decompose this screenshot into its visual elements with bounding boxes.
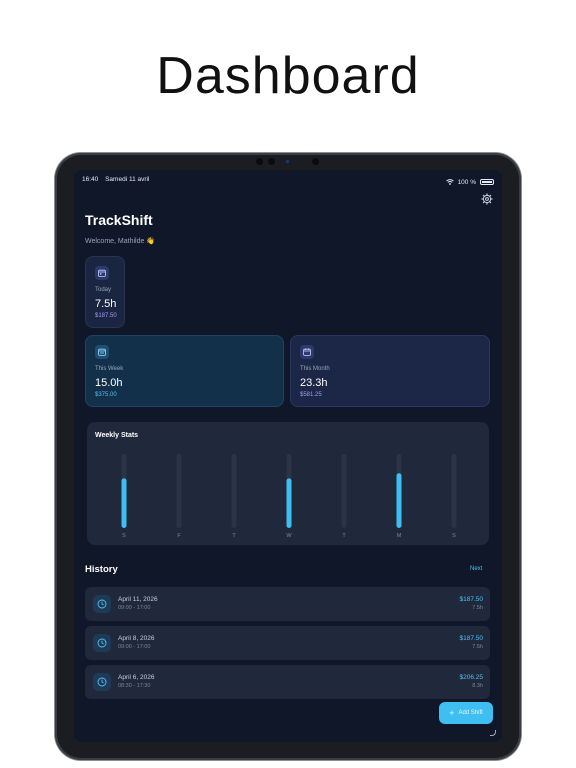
weekly-stats-chart: SFTWTMS <box>121 454 457 539</box>
clock-icon <box>93 595 111 613</box>
sensor-dot <box>256 158 263 165</box>
card-hours: 15.0h <box>95 377 123 389</box>
plus-icon: + <box>449 707 455 718</box>
shift-amount: $187.50 <box>459 635 484 642</box>
today-card[interactable]: Today 7.5h $187.50 <box>85 256 125 328</box>
camera-bar <box>250 157 326 167</box>
clock-icon <box>93 634 111 652</box>
bar-value <box>121 478 127 528</box>
status-bar: 16:40 Samedi 11 avril 100 % <box>82 176 494 188</box>
bar-value <box>396 473 402 528</box>
shift-time-range: 09:00 - 17:00 <box>118 605 151 611</box>
shift-date: April 11, 2026 <box>118 596 158 603</box>
shift-time-range: 09:00 - 17:00 <box>118 644 151 650</box>
calendar-month-icon <box>300 345 314 359</box>
day-tick-label: S <box>452 533 456 539</box>
history-item[interactable]: April 8, 2026 09:00 - 17:00 $187.50 7.5h <box>85 626 490 660</box>
bar-track <box>451 454 457 528</box>
clock-icon <box>93 673 111 691</box>
welcome-message: Welcome, Mathilde 👋 <box>85 238 156 245</box>
shift-amount: $187.50 <box>459 596 484 603</box>
card-amount: $375.00 <box>95 392 117 398</box>
shift-date: April 6, 2026 <box>118 674 155 681</box>
shift-amount: $206.25 <box>459 674 484 681</box>
shift-date: April 8, 2026 <box>118 635 155 642</box>
calendar-week-icon <box>95 345 109 359</box>
day-tick-label: M <box>397 533 402 539</box>
app-screen: 16:40 Samedi 11 avril 100 % TrackShift W… <box>74 170 502 742</box>
status-time: 16:40 <box>82 176 99 183</box>
add-shift-label: Add Shift <box>458 710 483 716</box>
bar-track <box>231 454 237 528</box>
shift-time-range: 08:30 - 17:30 <box>118 683 151 689</box>
bar-track <box>176 454 182 528</box>
add-shift-button[interactable]: + Add Shift <box>439 702 493 724</box>
camera-indicator <box>286 160 289 163</box>
day-tick-label: T <box>342 533 346 539</box>
page-title: Dashboard <box>156 47 420 105</box>
battery-icon <box>480 179 494 185</box>
shift-hours: 8.3h <box>472 683 483 689</box>
card-label: This Week <box>95 366 124 372</box>
app-title: TrackShift <box>85 212 153 228</box>
day-tick-label: F <box>177 533 181 539</box>
this-week-card[interactable]: This Week 15.0h $375.00 <box>85 335 284 407</box>
history-item[interactable]: April 11, 2026 09:00 - 17:00 $187.50 7.5… <box>85 587 490 621</box>
camera-lens <box>312 158 319 165</box>
calendar-icon <box>95 266 109 280</box>
wifi-icon <box>445 179 454 185</box>
shift-hours: 7.5h <box>472 605 483 611</box>
resize-corner-icon <box>490 730 496 736</box>
sensor-dot <box>268 158 275 165</box>
shift-hours: 7.5h <box>472 644 483 650</box>
day-tick-label: S <box>122 533 126 539</box>
card-label: This Month <box>300 366 330 372</box>
card-label: Today <box>95 287 112 293</box>
card-hours: 7.5h <box>95 298 117 310</box>
status-date: Samedi 11 avril <box>105 176 150 183</box>
history-title: History <box>85 564 118 575</box>
this-month-card[interactable]: This Month 23.3h $581.25 <box>290 335 490 407</box>
history-next-link[interactable]: Next <box>470 566 482 572</box>
day-tick-label: W <box>286 533 292 539</box>
gear-icon <box>481 193 493 205</box>
bar-track <box>341 454 347 528</box>
battery-percent: 100 % <box>457 178 476 186</box>
card-amount: $187.50 <box>95 313 117 319</box>
weekly-stats-card: Weekly Stats SFTWTMS <box>87 422 489 545</box>
card-amount: $581.25 <box>300 392 322 398</box>
settings-button[interactable] <box>480 192 494 206</box>
day-tick-label: T <box>232 533 236 539</box>
card-hours: 23.3h <box>300 377 328 389</box>
history-item[interactable]: April 6, 2026 08:30 - 17:30 $206.25 8.3h <box>85 665 490 699</box>
bar-value <box>286 478 292 528</box>
